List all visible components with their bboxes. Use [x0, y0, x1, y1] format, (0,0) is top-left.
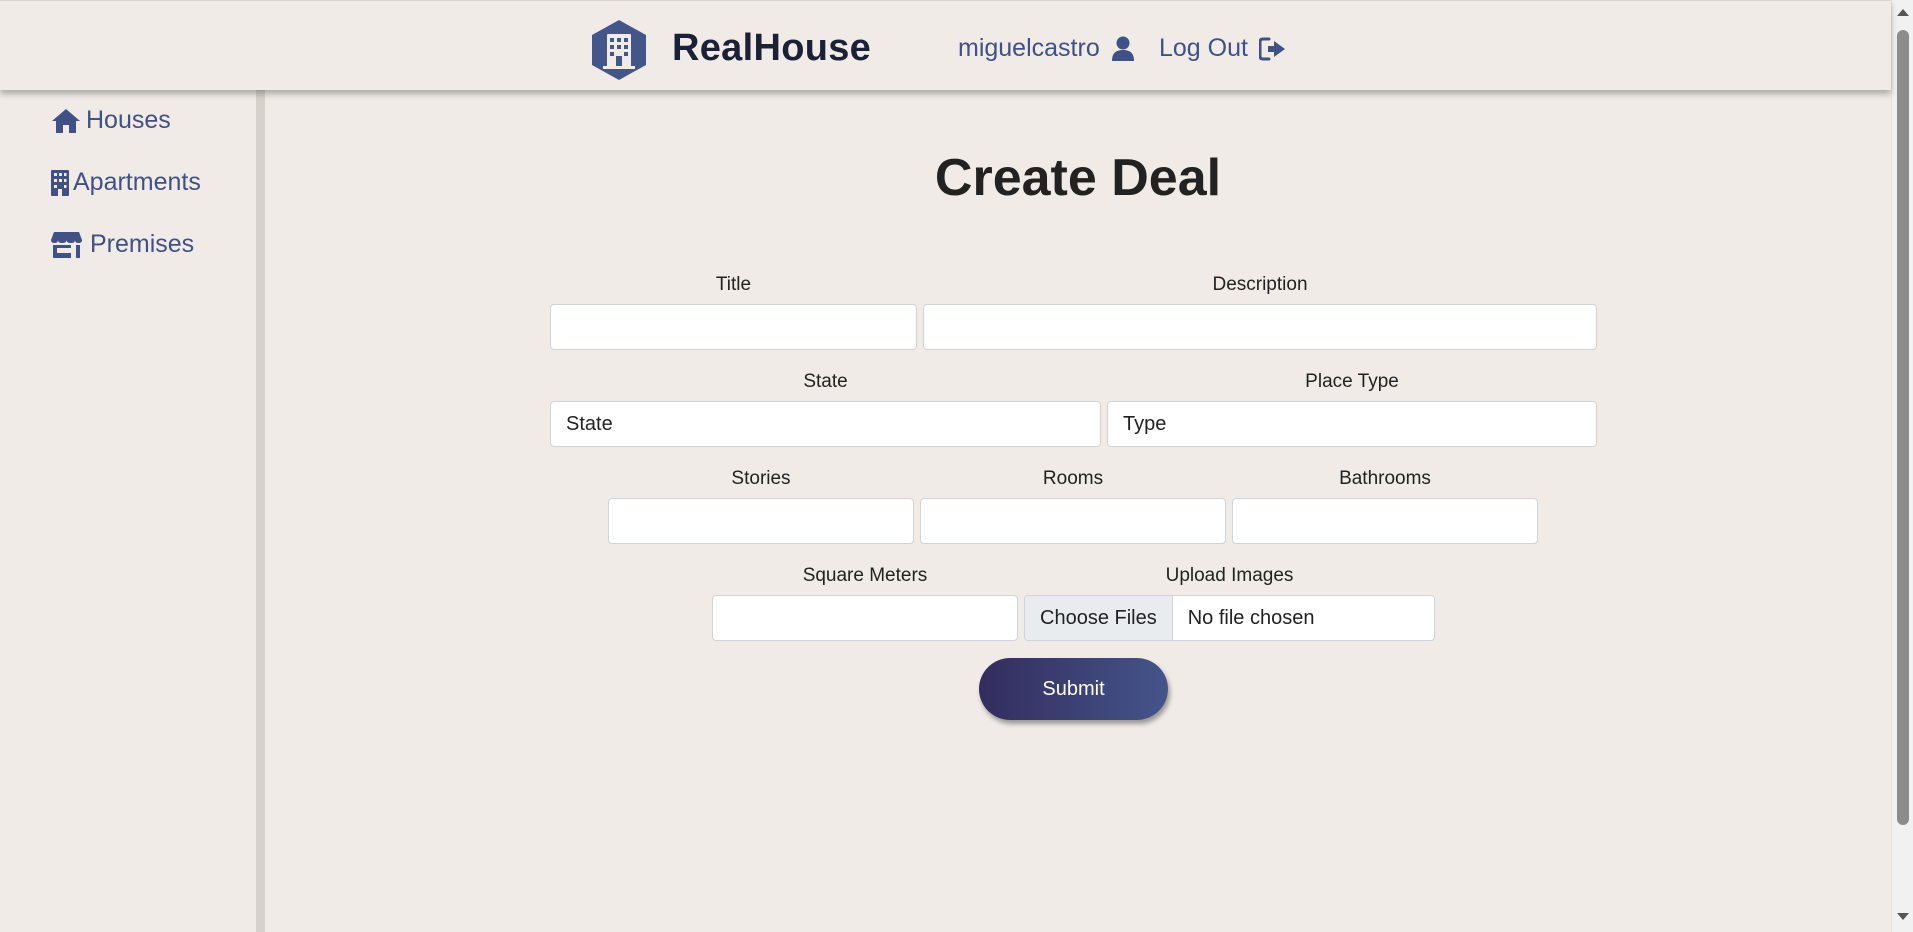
rooms-input[interactable]: [920, 498, 1226, 544]
title-input[interactable]: [550, 304, 917, 350]
user-profile-link[interactable]: miguelcastro: [958, 34, 1134, 63]
brand-name[interactable]: RealHouse: [672, 27, 871, 70]
home-icon: [51, 108, 81, 134]
vertical-scrollbar[interactable]: [1891, 0, 1913, 932]
logo-icon[interactable]: [589, 18, 649, 82]
choose-files-button[interactable]: Choose Files: [1025, 596, 1173, 640]
sidebar-divider: [256, 90, 265, 932]
place-type-label: Place Type: [1305, 371, 1399, 392]
bathrooms-input[interactable]: [1232, 498, 1538, 544]
description-field-group: Description: [923, 274, 1597, 350]
title-label: Title: [715, 274, 752, 295]
file-input[interactable]: Choose Files No file chosen: [1024, 595, 1435, 641]
bathrooms-field-group: Bathrooms: [1232, 468, 1538, 544]
logout-link[interactable]: Log Out: [1159, 34, 1286, 63]
place-type-selected-value: Type: [1123, 412, 1167, 435]
submit-button[interactable]: Submit: [979, 658, 1168, 720]
sidebar: Houses Apartments Premises: [0, 90, 257, 932]
state-field-group: State State: [550, 371, 1101, 447]
square-meters-input[interactable]: [712, 595, 1018, 641]
place-type-field-group: Place Type Type: [1107, 371, 1597, 447]
sign-out-icon: [1258, 37, 1286, 61]
stories-field-group: Stories: [608, 468, 914, 544]
logout-label: Log Out: [1159, 34, 1248, 62]
square-meters-label: Square Meters: [802, 565, 928, 586]
scroll-up-arrow-icon[interactable]: [1897, 9, 1909, 16]
state-selected-value: State: [566, 412, 613, 435]
place-type-select[interactable]: Type: [1107, 401, 1597, 447]
top-header: RealHouse miguelcastro Log Out: [0, 0, 1891, 90]
sidebar-item-houses[interactable]: Houses: [51, 106, 171, 135]
building-icon: [51, 169, 69, 196]
rooms-label: Rooms: [1042, 468, 1104, 489]
bathrooms-label: Bathrooms: [1339, 468, 1431, 489]
stories-input[interactable]: [608, 498, 914, 544]
description-input[interactable]: [923, 304, 1597, 350]
sidebar-item-label: Premises: [90, 230, 195, 258]
sidebar-item-label: Apartments: [73, 168, 201, 196]
description-label: Description: [1212, 274, 1308, 295]
store-icon: [51, 231, 82, 258]
upload-images-field-group: Upload Images Choose Files No file chose…: [1024, 565, 1435, 641]
username: miguelcastro: [958, 34, 1100, 62]
sidebar-item-label: Houses: [86, 106, 171, 134]
file-status-text: No file chosen: [1187, 606, 1315, 629]
sidebar-item-premises[interactable]: Premises: [51, 230, 194, 259]
stories-label: Stories: [731, 468, 791, 489]
square-meters-field-group: Square Meters: [712, 565, 1018, 641]
scrollbar-thumb[interactable]: [1897, 30, 1909, 825]
upload-images-label: Upload Images: [1165, 565, 1294, 586]
sidebar-item-apartments[interactable]: Apartments: [51, 168, 201, 197]
rooms-field-group: Rooms: [920, 468, 1226, 544]
state-label: State: [803, 371, 848, 392]
page-title: Create Deal: [934, 149, 1222, 207]
user-icon: [1111, 36, 1134, 61]
state-select[interactable]: State: [550, 401, 1101, 447]
title-field-group: Title: [550, 274, 917, 350]
scroll-down-arrow-icon[interactable]: [1897, 913, 1909, 920]
